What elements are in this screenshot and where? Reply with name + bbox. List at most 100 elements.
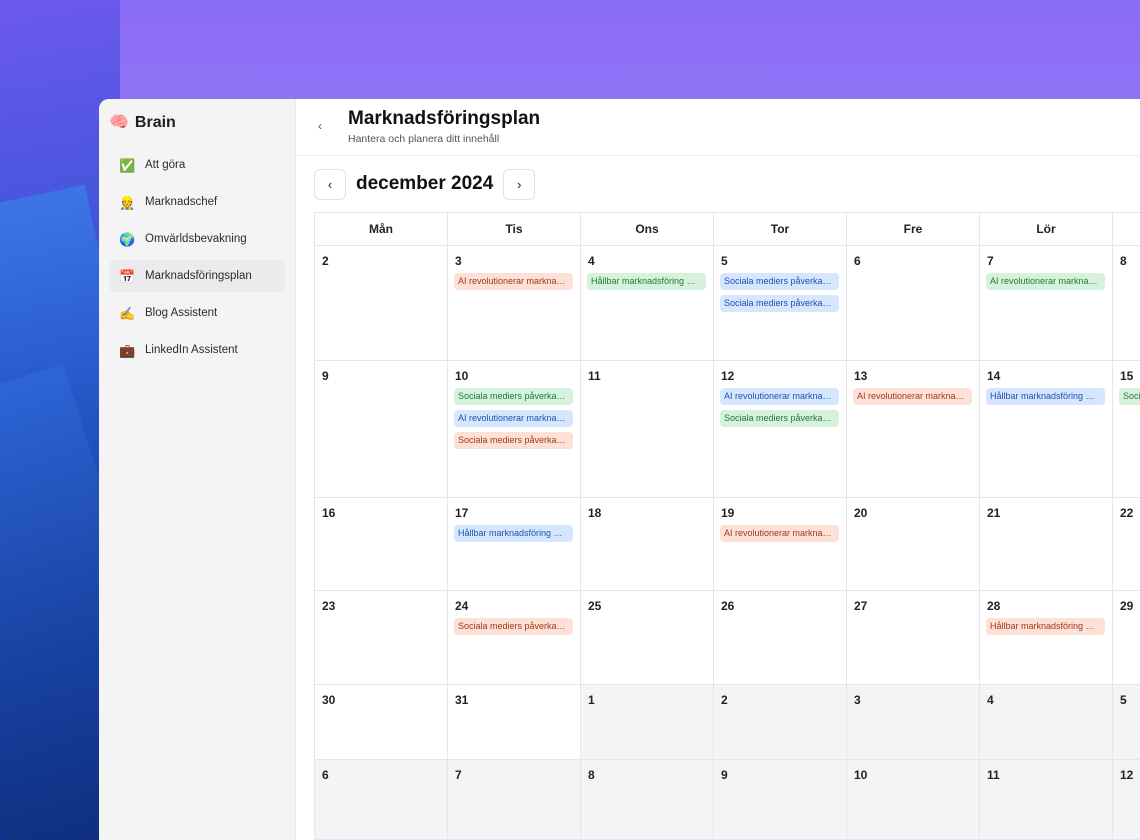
calendar-event[interactable]: AI revolutionerar markna… [454, 273, 573, 290]
day-cell[interactable]: 14 Hållbar marknadsföring … [980, 361, 1113, 497]
day-cell[interactable]: 2 [714, 685, 847, 759]
day-cell[interactable]: 17 Hållbar marknadsföring … [448, 498, 581, 590]
day-cell[interactable]: 22 [1113, 498, 1140, 590]
briefcase-icon: 💼 [119, 342, 136, 358]
day-cell[interactable]: 4 Hållbar marknadsföring … [581, 246, 714, 360]
calendar-event[interactable]: AI revolutionerar markna… [454, 410, 573, 427]
day-cell[interactable]: 25 [581, 591, 714, 684]
day-cell[interactable]: 18 [581, 498, 714, 590]
day-number: 25 [588, 599, 602, 613]
day-number: 17 [455, 506, 469, 520]
day-cell[interactable]: 1 [581, 685, 714, 759]
day-number: 27 [854, 599, 868, 613]
prev-month-button[interactable]: ‹ [314, 168, 346, 200]
day-number: 10 [854, 768, 868, 782]
month-label: december 2024 [356, 173, 494, 195]
sidebar-item-1[interactable]: 👷 Marknadschef [109, 186, 285, 218]
day-number: 14 [987, 369, 1001, 383]
next-month-button[interactable]: › [503, 168, 536, 200]
day-cell[interactable]: 5 Sociala mediers påverka… Sociala mediers… [714, 246, 847, 360]
day-cell[interactable]: 12 [1113, 760, 1140, 839]
day-cell[interactable]: 3 [847, 685, 980, 759]
day-cell[interactable]: 20 [847, 498, 980, 590]
calendar-event[interactable]: Sociala mediers påverka… [454, 432, 573, 449]
day-cell[interactable]: 28 Hållbar marknadsföring … [980, 591, 1113, 684]
sidebar-item-label: Omvärldsbevakning [145, 233, 247, 245]
day-number: 30 [322, 693, 336, 707]
brand[interactable]: 🧠 Brain [109, 111, 285, 135]
day-number: 11 [588, 369, 601, 383]
day-cell[interactable]: 7 [448, 760, 581, 839]
day-number: 12 [721, 369, 735, 383]
calendar-event[interactable]: Sociala mediers påverka… [454, 618, 573, 635]
calendar-event[interactable]: Hållbar marknadsföring … [454, 525, 573, 542]
weekday-label: Lör [980, 213, 1113, 245]
calendar-event[interactable]: Sociala mediers påverka… [720, 273, 839, 290]
sidebar-item-3[interactable]: 📅 Marknadsföringsplan [109, 260, 285, 292]
calendar-event[interactable]: Hållbar marknadsföring … [587, 273, 706, 290]
day-cell[interactable]: 21 [980, 498, 1113, 590]
day-number: 13 [854, 369, 868, 383]
day-cell[interactable]: 11 [581, 361, 714, 497]
day-number: 2 [721, 693, 728, 707]
calendar-event[interactable]: Sociala mediers påverka… [720, 295, 839, 312]
day-cell[interactable]: 27 [847, 591, 980, 684]
calendar-event[interactable]: AI revolutionerar markna… [853, 388, 972, 405]
day-cell[interactable]: 11 [980, 760, 1113, 839]
sidebar-item-4[interactable]: ✍️ Blog Assistent [109, 297, 285, 329]
calendar-event[interactable]: Sociala mediers påverka… [720, 410, 839, 427]
page-subtitle: Hantera och planera ditt innehåll [348, 133, 500, 146]
day-number: 23 [322, 599, 336, 613]
day-cell[interactable]: 8 [581, 760, 714, 839]
day-cell[interactable]: 12 AI revolutionerar markna… Sociala medie… [714, 361, 847, 497]
day-number: 7 [987, 254, 994, 268]
sidebar-item-label: Marknadschef [145, 196, 218, 208]
day-cell[interactable]: 13 AI revolutionerar markna… [847, 361, 980, 497]
day-number: 5 [721, 254, 728, 268]
calendar-event[interactable]: Sociala mediers påverka… [454, 388, 573, 405]
calendar-event[interactable]: AI revolutionerar markna… [720, 388, 839, 405]
day-cell[interactable]: 29 [1113, 591, 1140, 684]
calendar-event[interactable]: Sociala mediers påverka… [1119, 388, 1140, 405]
day-cell[interactable]: 16 [315, 498, 448, 590]
day-number: 1 [588, 693, 595, 707]
calendar-event[interactable]: Hållbar marknadsföring … [986, 388, 1105, 405]
day-cell[interactable]: 15 Sociala mediers påverka… [1113, 361, 1140, 497]
day-cell[interactable]: 9 [714, 760, 847, 839]
day-number: 21 [987, 506, 1001, 520]
day-cell[interactable]: 3 AI revolutionerar markna… [448, 246, 581, 360]
day-cell[interactable]: 23 [315, 591, 448, 684]
day-number: 29 [1120, 599, 1134, 613]
calendar-icon: 📅 [119, 268, 136, 284]
week-row: 6 7 8 9 10 11 12 [315, 760, 1140, 840]
calendar-event[interactable]: Hållbar marknadsföring … [986, 618, 1105, 635]
day-number: 22 [1120, 506, 1134, 520]
sidebar-item-label: Marknadsföringsplan [145, 270, 252, 282]
calendar-event[interactable]: AI revolutionerar markna… [986, 273, 1105, 290]
day-cell[interactable]: 9 [315, 361, 448, 497]
day-cell[interactable]: 19 AI revolutionerar markna… [714, 498, 847, 590]
sidebar-item-5[interactable]: 💼 LinkedIn Assistent [109, 334, 285, 366]
day-cell[interactable]: 30 [315, 685, 448, 759]
day-cell[interactable]: 26 [714, 591, 847, 684]
brain-icon: 🧠 [109, 114, 129, 131]
day-number: 2 [322, 254, 329, 268]
back-button[interactable]: ‹ [318, 119, 334, 133]
sidebar-item-label: Att göra [145, 159, 186, 171]
day-cell[interactable]: 10 [847, 760, 980, 839]
day-cell[interactable]: 2 [315, 246, 448, 360]
sidebar-item-2[interactable]: 🌍 Omvärldsbevakning [109, 223, 285, 255]
day-cell[interactable]: 5 [1113, 685, 1140, 759]
day-cell[interactable]: 4 [980, 685, 1113, 759]
day-cell[interactable]: 7 AI revolutionerar markna… [980, 246, 1113, 360]
day-cell[interactable]: 6 [315, 760, 448, 839]
day-cell[interactable]: 6 [847, 246, 980, 360]
day-cell[interactable]: 24 Sociala mediers påverka… [448, 591, 581, 684]
day-cell[interactable]: 10 Sociala mediers påverka… AI revolutione… [448, 361, 581, 497]
brand-name: Brain [134, 114, 176, 131]
day-cell[interactable]: 8 [1113, 246, 1140, 360]
sidebar-item-0[interactable]: ✅ Att göra [109, 149, 285, 181]
day-cell[interactable]: 31 [448, 685, 581, 759]
day-number: 7 [455, 768, 462, 782]
calendar-event[interactable]: AI revolutionerar markna… [720, 525, 839, 542]
